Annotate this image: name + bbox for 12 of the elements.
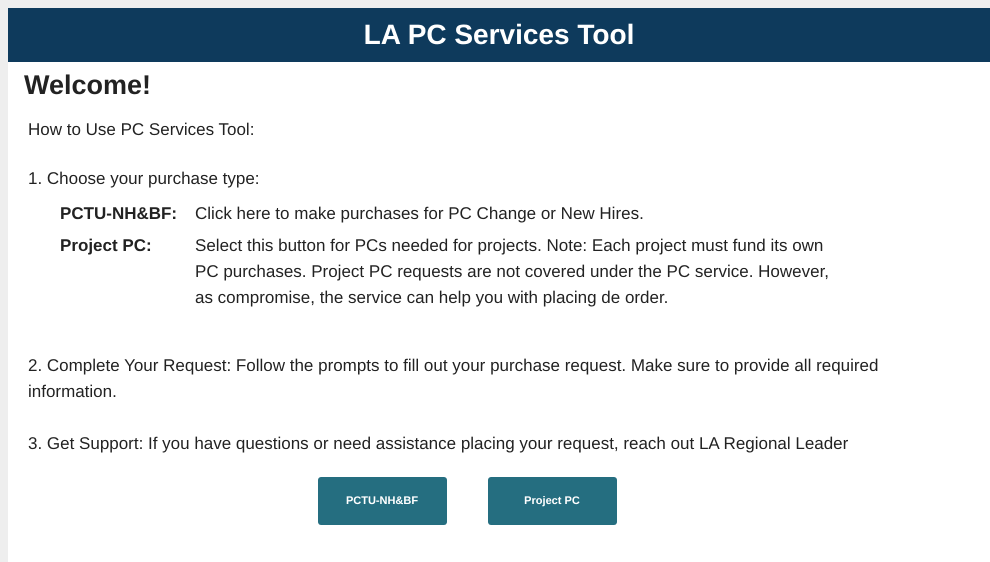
option-description: Click here to make purchases for PC Change or New Hires.	[195, 203, 645, 225]
option-term: PCTU-NH&BF:	[60, 203, 178, 225]
purchase-type-button[interactable]: PCTU-NH&BF	[318, 477, 446, 525]
option-term: Project PC:	[60, 235, 153, 257]
option-description: Select this button for PCs needed for projects. Note: Each project must fund its own PC purchases. Project PC requests are not covered under the PC service. However, as compromise, the service can help you with placing de order.	[195, 235, 830, 309]
intro-text: How to Use PC Services Tool:	[28, 120, 256, 140]
welcome-heading: Welcome!	[24, 70, 152, 101]
purchase-type-button[interactable]: Project PC	[488, 477, 616, 525]
step-text: 1. Choose your purchase type:	[28, 168, 261, 190]
step-text: 3. Get Support: If you have questions or need assistance placing your request, reach out LA Regional Leader	[28, 433, 850, 455]
step-text: 2. Complete Your Request: Follow the prompts to fill out your purchase request. Make sure to provide all required information.	[28, 355, 880, 403]
app-title: LA PC Services Tool	[364, 19, 634, 51]
